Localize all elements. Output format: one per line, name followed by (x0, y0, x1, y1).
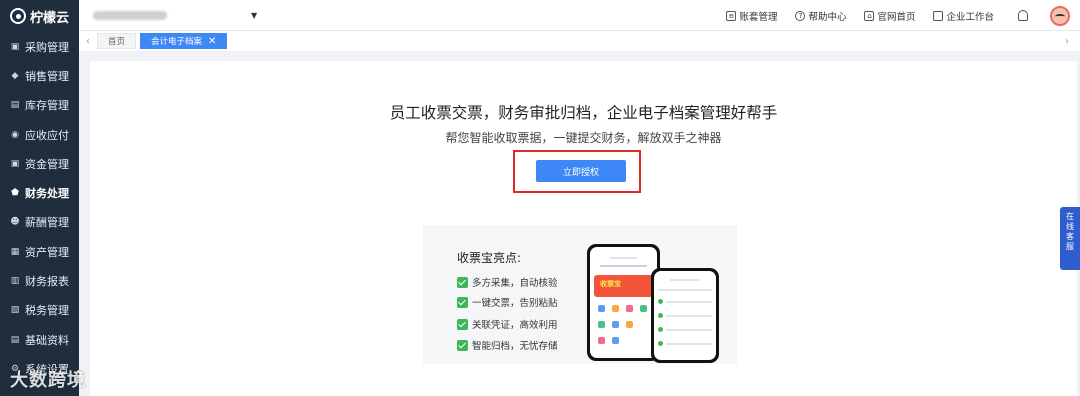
authorize-button[interactable]: 立即授权 (536, 160, 626, 182)
sidebar-item-label: 财务报表 (25, 275, 69, 289)
check-icon (457, 339, 468, 351)
brand-logo[interactable]: 柠檬云 (0, 0, 79, 32)
chevron-right-icon[interactable]: › (1058, 36, 1076, 47)
check-icon (457, 318, 468, 330)
check-icon (457, 296, 468, 308)
feature-label: 多方采集，自动核验 (472, 278, 558, 289)
brand-name: 柠檬云 (30, 10, 70, 26)
feature-label: 智能归档，无忧存储 (472, 341, 558, 352)
tag-icon: ◆ (11, 70, 19, 81)
page-headline: 员工收票交票，财务审批归档，企业电子档案管理好帮手 (389, 104, 778, 122)
company-selector[interactable]: ▼ (93, 6, 263, 24)
online-support-widget[interactable]: 在线客服 (1060, 207, 1080, 270)
sidebar-item-label: 库存管理 (25, 99, 69, 113)
sidebar-item-label: 薪酬管理 (25, 216, 69, 230)
sidebar-item[interactable]: ▥ 财务报表 (0, 266, 79, 295)
asset-icon: ▦ (10, 246, 20, 257)
sidebar-item[interactable]: ▤ 基础资料 (0, 325, 79, 354)
monitor-icon (933, 10, 944, 21)
receivable-icon: ◉ (11, 129, 19, 140)
ledger-management-link[interactable]: ≡ 账套管理 (726, 9, 777, 23)
phone-mockup-back (651, 268, 719, 363)
tab-e-archive-label: 会计电子档案 (151, 37, 203, 47)
main-content: 员工收票交票，财务审批归档，企业电子档案管理好帮手 帮您智能收取票据，一键提交财… (90, 61, 1077, 396)
promo-banner: 收票宝 (594, 275, 653, 297)
enterprise-workbench-link[interactable]: 企业工作台 (933, 9, 994, 23)
sidebar-item-label: 税务管理 (25, 304, 69, 318)
sidebar-item[interactable]: ◆ 销售管理 (0, 61, 79, 90)
sidebar-nav: ▣ 采购管理 ◆ 销售管理 ▤ 库存管理 ◉ 应收应付 ▣ 资金管理 ⬟ 财务处理 ☻ 薪酬管理 ▦ 资产管理… (0, 32, 79, 384)
banner-text: 收票宝 (600, 280, 621, 288)
help-center-link[interactable]: ? 帮助中心 (795, 9, 846, 23)
feature-item: 一键交票，告别粘贴 (457, 295, 558, 309)
cart-icon: ▣ (10, 41, 20, 52)
avatar[interactable] (1050, 5, 1070, 26)
tax-icon: ▧ (10, 305, 20, 316)
auth-highlight-box: 立即授权 (513, 150, 641, 193)
help-center-label: 帮助中心 (808, 11, 847, 23)
finance-icon: ⬟ (11, 188, 19, 199)
sidebar-item-label: 销售管理 (25, 69, 69, 83)
close-icon[interactable]: ✕ (208, 36, 216, 47)
tab-home-label: 首页 (108, 37, 126, 47)
sidebar-item[interactable]: ▤ 库存管理 (0, 91, 79, 120)
official-site-link[interactable]: ⌂ 官网首页 (864, 9, 915, 23)
enterprise-workbench-label: 企业工作台 (946, 11, 994, 23)
chevron-left-icon[interactable]: ‹ (79, 36, 97, 47)
header-actions: ≡ 账套管理 ? 帮助中心 ⌂ 官网首页 企业工作台 (708, 0, 1070, 31)
sidebar: 柠檬云 ▣ 采购管理 ◆ 销售管理 ▤ 库存管理 ◉ 应收应付 ▣ 资金管理 ⬟ 财务处理 ☻ 薪酬管理 ▦… (0, 0, 79, 396)
sidebar-item-label: 应收应付 (25, 128, 69, 142)
warehouse-icon: ▤ (10, 100, 20, 111)
sidebar-item[interactable]: ▣ 资金管理 (0, 149, 79, 178)
sidebar-item[interactable]: ▣ 采购管理 (0, 32, 79, 61)
phone-mockup-front: 收票宝 (587, 244, 660, 361)
feature-label: 一键交票，告别粘贴 (472, 298, 558, 309)
sidebar-item[interactable]: ⬟ 财务处理 (0, 178, 79, 207)
top-header: ▼ ≡ 账套管理 ? 帮助中心 ⌂ 官网首页 企业工作台 (79, 0, 1080, 31)
feature-item: 智能归档，无忧存储 (457, 338, 558, 352)
home-icon: ⌂ (864, 10, 875, 21)
report-icon: ▥ (10, 276, 20, 287)
sidebar-item-label: 采购管理 (25, 40, 69, 54)
ledger-icon: ≡ (726, 10, 737, 21)
ledger-management-label: 账套管理 (739, 11, 778, 23)
sidebar-item-label: 资金管理 (25, 157, 69, 171)
sidebar-item[interactable]: ☻ 薪酬管理 (0, 208, 79, 237)
sidebar-item[interactable]: ◉ 应收应付 (0, 120, 79, 149)
official-site-label: 官网首页 (877, 11, 916, 23)
sidebar-item-label: 资产管理 (25, 245, 69, 259)
promo-title: 收票宝亮点: (457, 251, 522, 265)
sidebar-item[interactable]: ▧ 税务管理 (0, 296, 79, 325)
database-icon: ▤ (10, 334, 20, 345)
company-name-redacted (93, 10, 167, 20)
wallet-icon: ▣ (10, 158, 20, 169)
help-icon: ? (795, 10, 806, 21)
watermark: 大数跨境 (10, 370, 86, 391)
feature-item: 关联凭证，高效利用 (457, 317, 558, 331)
promo-panel: 收票宝亮点: 多方采集，自动核验 一键交票，告别粘贴 关联凭证，高效利用 智能归… (423, 225, 737, 364)
lemon-logo-icon (10, 8, 26, 24)
tab-home[interactable]: 首页 (97, 33, 137, 49)
page-subline: 帮您智能收取票据，一键提交财务，解放双手之神器 (445, 131, 722, 145)
feature-item: 多方采集，自动核验 (457, 275, 558, 289)
sidebar-item-label: 财务处理 (25, 187, 69, 201)
tab-e-archive[interactable]: 会计电子档案 ✕ (140, 33, 228, 49)
caret-down-icon: ▼ (251, 10, 258, 20)
feature-label: 关联凭证，高效利用 (472, 320, 558, 331)
sidebar-item-label: 基础资料 (25, 333, 69, 347)
payroll-icon: ☻ (10, 217, 20, 228)
online-support-label: 在线客服 (1066, 212, 1074, 251)
bell-icon[interactable] (1018, 10, 1028, 21)
sidebar-item[interactable]: ▦ 资产管理 (0, 237, 79, 266)
tab-bar: ‹ 首页 会计电子档案 ✕ › (79, 31, 1080, 51)
check-icon (457, 276, 468, 288)
